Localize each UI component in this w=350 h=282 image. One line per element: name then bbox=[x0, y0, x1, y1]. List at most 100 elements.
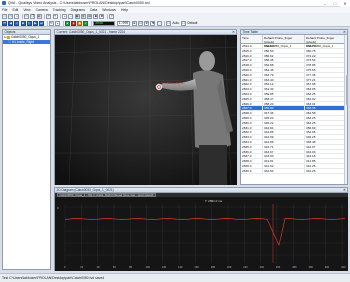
new-icon[interactable]: □ bbox=[2, 14, 7, 19]
table-scroll-thumb[interactable] bbox=[345, 75, 348, 105]
menu-file[interactable]: File bbox=[2, 8, 7, 12]
menu-edit[interactable]: Edit bbox=[12, 8, 18, 12]
close-button[interactable]: ✕ bbox=[340, 0, 350, 7]
table-cell: 356.45 bbox=[263, 58, 305, 63]
toolbar-separator bbox=[91, 20, 92, 26]
menu-tracking[interactable]: Tracking bbox=[53, 8, 66, 12]
open-folder-icon[interactable]: ▭ bbox=[8, 14, 14, 19]
last-frame-icon[interactable]: ⏭ bbox=[39, 20, 45, 26]
step-forward-icon[interactable]: ▶ bbox=[32, 20, 38, 26]
fit-icon[interactable]: ⊡ bbox=[137, 20, 143, 26]
hand-icon[interactable]: ☚ bbox=[150, 20, 156, 26]
table-cell: 344.86 bbox=[263, 139, 305, 144]
tree-title: Objects bbox=[4, 30, 16, 34]
pan-icon[interactable]: ✥ bbox=[144, 20, 150, 26]
video-frame[interactable]: H1 Ankle_Right bbox=[55, 35, 237, 185]
menu-data[interactable]: Data bbox=[90, 8, 97, 12]
speed-icon[interactable]: » bbox=[55, 20, 61, 26]
auto-checkbox-icon[interactable]: ☐ bbox=[166, 20, 172, 26]
table-title: Time Table bbox=[242, 30, 258, 34]
maximize-button[interactable]: □ bbox=[330, 0, 340, 7]
menu-view[interactable]: View bbox=[23, 8, 30, 12]
col-probe-1[interactable]: Default Probe_finger (pixels) Catch0050_O… bbox=[263, 35, 305, 48]
table-cell: 2819.0 bbox=[241, 67, 263, 72]
track-icon[interactable]: ✚ bbox=[99, 14, 105, 19]
undo-icon[interactable]: ↶ bbox=[46, 14, 52, 19]
table-cell: 2821.0 bbox=[241, 77, 263, 82]
table-cell: 364.46 bbox=[263, 67, 305, 72]
grid-icon[interactable]: ▦ bbox=[74, 14, 80, 19]
record-red-icon[interactable]: ● bbox=[71, 20, 77, 26]
table-cell: 2829.0 bbox=[241, 115, 263, 120]
table-cell: 344.99 bbox=[263, 135, 305, 139]
save-icon[interactable]: ▪ bbox=[14, 14, 20, 19]
main-toolbar: □ ▭ ▪ ✂ ❐ ▤ ↶ ↷ + − ▦ ▥ ▤ ◙ ✚ ? bbox=[0, 13, 350, 20]
table-icon[interactable]: ▤ bbox=[87, 14, 93, 19]
help-icon[interactable]: ? bbox=[109, 14, 115, 19]
stop-icon[interactable]: ■ bbox=[20, 20, 26, 26]
table-cell: 358.47 bbox=[263, 96, 305, 101]
zoom-in-icon[interactable]: + bbox=[62, 14, 68, 19]
table-cell: 358.20 bbox=[263, 101, 305, 106]
table-cell: 342.26 bbox=[305, 168, 345, 173]
default-label: Default bbox=[187, 21, 198, 25]
play-back-icon[interactable]: ◁ bbox=[14, 20, 20, 26]
redo-icon[interactable]: ↷ bbox=[52, 14, 58, 19]
table-cell: 341.85 bbox=[305, 159, 345, 163]
title-bar: QVA - Qualisys Video Analysis - C:\Users… bbox=[0, 0, 350, 7]
table-cell: 342.50 bbox=[263, 168, 305, 173]
menu-camera[interactable]: Camera bbox=[36, 8, 48, 12]
menu-diagrams[interactable]: Diagrams bbox=[71, 8, 86, 12]
table-cell: 2825.0 bbox=[241, 96, 263, 101]
table-cell: 363.25 bbox=[305, 120, 345, 125]
x-tick-label: 220 bbox=[243, 265, 248, 269]
zoom-out-icon[interactable]: − bbox=[68, 14, 74, 19]
cut-icon[interactable]: ✂ bbox=[24, 14, 30, 19]
table-cell: 356.62 bbox=[263, 53, 305, 58]
accept-icon[interactable]: ✓ bbox=[83, 20, 89, 26]
time-readout-label: T: 2891.0 ms bbox=[205, 199, 223, 203]
diagram-panel: 2D Diagram (Catch0050_Oqus_1_0021) ✕ Cat… bbox=[54, 187, 348, 271]
table-cell: 348.48 bbox=[305, 139, 345, 144]
time-table-panel: Time Table ✕ Time Default Probe_finger (… bbox=[240, 29, 348, 185]
first-frame-icon[interactable]: ⏮ bbox=[2, 20, 7, 26]
toolbar-separator bbox=[46, 20, 48, 26]
minimize-button[interactable]: – bbox=[320, 0, 330, 7]
step-back-icon[interactable]: ◀ bbox=[8, 20, 14, 26]
copy-icon[interactable]: ❐ bbox=[30, 14, 36, 19]
table-cell: 378.86 bbox=[305, 63, 345, 67]
select-icon[interactable]: ⬚ bbox=[156, 20, 162, 26]
table-cell: 377.36 bbox=[305, 72, 345, 77]
col-probe-2[interactable]: Default Probe_finger (pixels) Catch0050_O… bbox=[305, 35, 345, 48]
menu-windows[interactable]: Windows bbox=[102, 8, 116, 12]
table-row[interactable]: 2840.0 342.50 342.26 bbox=[241, 168, 347, 174]
default-checkbox-icon[interactable]: ☐ bbox=[181, 20, 187, 26]
loop-icon[interactable]: ↻ bbox=[48, 20, 54, 26]
table-cell: 341.62 bbox=[263, 163, 305, 168]
video-close-icon[interactable]: ✕ bbox=[232, 30, 235, 34]
toolbar-separator bbox=[62, 20, 64, 26]
record-green-icon[interactable]: ● bbox=[64, 20, 70, 26]
menu-help[interactable]: Help bbox=[121, 8, 128, 12]
diagram-plot-area[interactable]: 0 T: 2891.0 ms 0 20 40 60 80 100 120 140 160 180 2… bbox=[55, 197, 348, 271]
x-tick-label: 300 bbox=[309, 265, 314, 269]
time-total-field[interactable]: 1.000 bbox=[116, 20, 131, 26]
play-icon[interactable]: ▷ bbox=[26, 20, 32, 26]
x-tick-label: 180 bbox=[211, 265, 216, 269]
tree-item-ankle-right[interactable]: H1 Ankle_Right bbox=[3, 39, 50, 45]
chart-icon[interactable]: ▥ bbox=[80, 14, 86, 19]
diagram-close-icon[interactable]: ✕ bbox=[343, 188, 346, 192]
x-tick-label: 140 bbox=[178, 265, 183, 269]
table-cell: 2815.0 bbox=[241, 48, 263, 53]
table-close-icon[interactable]: ✕ bbox=[343, 30, 346, 34]
video-panel: Current: Catch0050_Oqus_1_0021 - frame 2… bbox=[54, 29, 237, 185]
table-cell: 363.40 bbox=[263, 77, 305, 82]
col-time[interactable]: Time bbox=[241, 35, 263, 43]
x-tick-label: 120 bbox=[162, 265, 167, 269]
table-scrollbar[interactable] bbox=[344, 35, 348, 184]
camera-icon[interactable]: ◙ bbox=[93, 14, 99, 19]
paste-icon[interactable]: ▤ bbox=[36, 14, 42, 19]
marker-label: H1 Ankle_Right bbox=[162, 81, 183, 85]
zoom-icon[interactable]: ⊕ bbox=[131, 20, 137, 26]
marker-icon[interactable]: ◆ bbox=[77, 20, 83, 26]
